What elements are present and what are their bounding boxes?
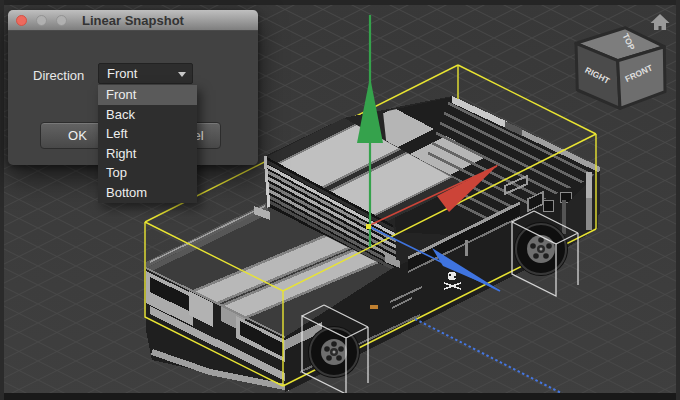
direction-select-value: Front — [107, 66, 137, 81]
direction-dropdown-menu: Front Back Left Right Top Bottom — [98, 85, 197, 203]
minimize-button[interactable] — [36, 15, 47, 26]
direction-label: Direction — [33, 68, 84, 83]
window-frame-bottom — [0, 393, 680, 400]
menu-item-top[interactable]: Top — [98, 163, 197, 183]
select-caret-icon — [178, 72, 186, 77]
zoom-button[interactable] — [56, 15, 67, 26]
dialog-titlebar[interactable]: Linear Snapshot — [8, 10, 258, 31]
voxel-editor-window: TOP RIGHT FRONT Linear Snapshot Directio… — [0, 0, 680, 400]
direction-select[interactable]: Front — [98, 63, 193, 84]
window-frame-top — [0, 0, 680, 5]
dialog-title: Linear Snapshot — [82, 13, 184, 28]
menu-item-left[interactable]: Left — [98, 124, 197, 144]
gizmo-origin[interactable] — [366, 224, 371, 229]
close-button[interactable] — [16, 15, 27, 26]
menu-item-right[interactable]: Right — [98, 144, 197, 164]
orientation-cube[interactable]: TOP RIGHT FRONT — [576, 28, 665, 109]
menu-item-back[interactable]: Back — [98, 105, 197, 125]
menu-item-bottom[interactable]: Bottom — [98, 183, 197, 203]
window-frame-right — [676, 0, 680, 400]
menu-item-front[interactable]: Front — [98, 85, 197, 105]
window-frame-left — [0, 0, 4, 400]
